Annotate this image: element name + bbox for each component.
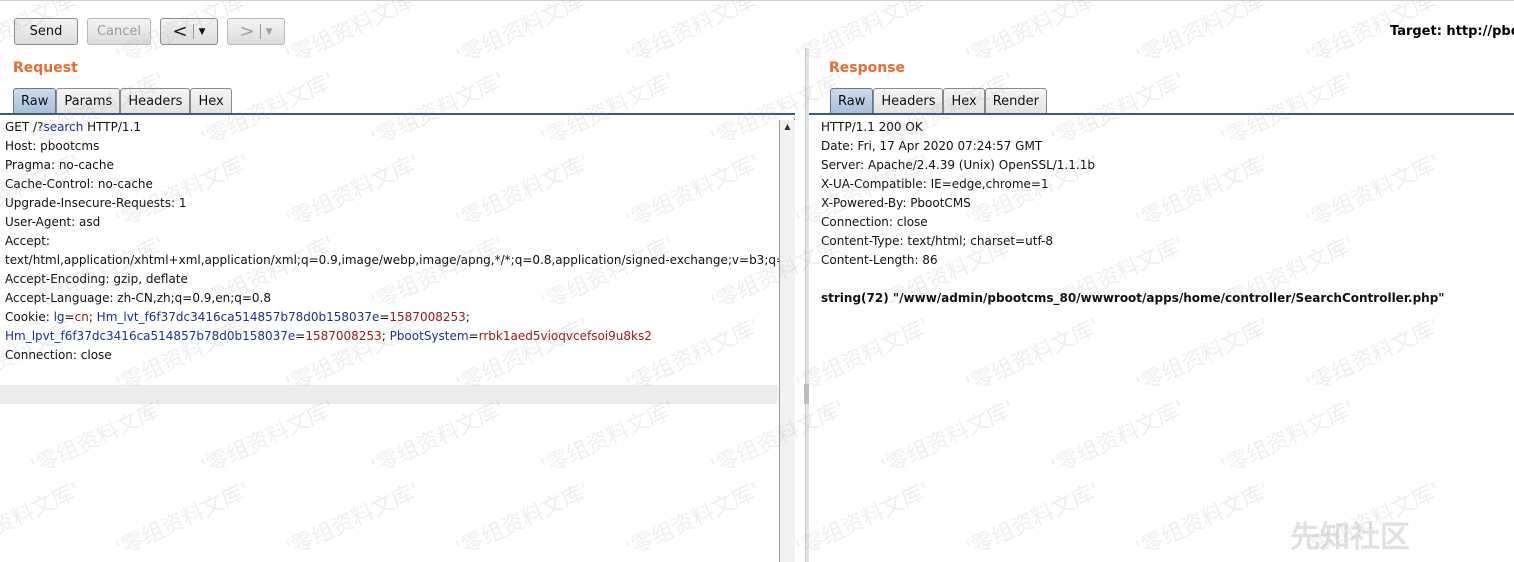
request-text-token: = xyxy=(64,310,75,324)
scroll-up-arrow-icon[interactable]: ▲ xyxy=(780,120,795,134)
request-tabs: Raw Params Headers Hex xyxy=(13,88,232,114)
request-text-token: HTTP/1.1 xyxy=(83,120,141,134)
param-value: rrbk1aed5vioqvcefsoi9u8ks2 xyxy=(478,329,652,343)
request-text-token: ; xyxy=(465,310,470,324)
request-scrollbar[interactable]: ▲ xyxy=(779,120,795,562)
param-name: Hm_lpvt_f6f37dc3416ca514857b78d0b158037e xyxy=(5,329,296,343)
param-name: lg xyxy=(53,310,65,324)
request-line[interactable]: Hm_lpvt_f6f37dc3416ca514857b78d0b158037e… xyxy=(0,327,794,346)
request-tab-raw[interactable]: Raw xyxy=(13,88,57,114)
request-tab-headers[interactable]: Headers xyxy=(120,88,191,114)
request-text-token: = xyxy=(468,329,479,343)
back-button[interactable]: < ▼ xyxy=(160,18,218,45)
request-text-token: ; xyxy=(88,310,97,324)
request-text-token: = xyxy=(295,329,306,343)
request-text-token: Upgrade-Insecure-Requests: 1 xyxy=(5,196,187,210)
request-text-token: ; xyxy=(381,329,390,343)
chevron-right-icon: > xyxy=(239,20,255,42)
request-tab-hex[interactable]: Hex xyxy=(190,88,232,114)
response-text[interactable]: HTTP/1.1 200 OK Date: Fri, 17 Apr 2020 07… xyxy=(809,118,1514,308)
request-text-token: GET /? xyxy=(5,120,44,134)
burp-repeater-window: Send Cancel < ▼ > ▼ Target: http://pboot… xyxy=(0,0,1514,562)
request-title: Request xyxy=(13,60,78,76)
response-tab-render[interactable]: Render xyxy=(984,88,1047,114)
response-header-line[interactable]: X-UA-Compatible: IE=edge,chrome=1 xyxy=(809,175,1514,194)
param-value: 1587008253 xyxy=(389,310,466,324)
response-tabs: Raw Headers Hex Render xyxy=(830,88,1047,114)
request-line[interactable]: Pragma: no-cache xyxy=(0,156,794,175)
response-header-line[interactable]: Date: Fri, 17 Apr 2020 07:24:57 GMT xyxy=(809,137,1514,156)
corner-logo: 先知社区 xyxy=(1290,520,1410,555)
request-text-token: Accept: xyxy=(5,234,50,248)
repeater-toolbar: Send Cancel < ▼ > ▼ Target: http://pboot xyxy=(0,0,1514,48)
param-name: search xyxy=(43,120,84,134)
request-line[interactable]: Host: pbootcms xyxy=(0,137,794,156)
send-button[interactable]: Send xyxy=(14,18,78,45)
forward-button[interactable]: > ▼ xyxy=(227,18,285,45)
chevron-left-icon: < xyxy=(172,20,188,42)
chevron-down-icon[interactable]: ▼ xyxy=(199,27,206,37)
response-header-line[interactable]: Content-Type: text/html; charset=utf-8 xyxy=(809,232,1514,251)
cancel-button[interactable]: Cancel xyxy=(87,18,151,45)
chevron-down-icon[interactable]: ▼ xyxy=(266,27,273,37)
request-line[interactable]: Upgrade-Insecure-Requests: 1 xyxy=(0,194,794,213)
request-editor[interactable]: GET /?search HTTP/1.1 Host: pbootcms Pragm… xyxy=(0,118,795,562)
response-tab-hex[interactable]: Hex xyxy=(943,88,985,114)
request-line[interactable]: User-Agent: asd xyxy=(0,213,794,232)
response-header-line[interactable]: HTTP/1.1 200 OK xyxy=(809,118,1514,137)
request-text-token: Cache-Control: no-cache xyxy=(5,177,153,191)
response-header-line[interactable]: Connection: close xyxy=(809,213,1514,232)
tab-underline xyxy=(809,113,1514,115)
button-separator xyxy=(259,24,261,39)
request-line[interactable]: GET /?search HTTP/1.1 xyxy=(0,118,794,137)
response-tab-headers[interactable]: Headers xyxy=(873,88,944,114)
request-line[interactable]: Connection: close xyxy=(0,346,794,365)
request-line[interactable]: Cache-Control: no-cache xyxy=(0,175,794,194)
request-text-token: = xyxy=(379,310,390,324)
response-tab-raw[interactable]: Raw xyxy=(830,88,874,114)
request-text-token: Cookie: xyxy=(5,310,54,324)
request-line[interactable]: Accept-Encoding: gzip, deflate xyxy=(0,270,794,289)
response-header-line[interactable]: X-Powered-By: PbootCMS xyxy=(809,194,1514,213)
param-name: PbootSystem xyxy=(389,329,469,343)
param-name: Hm_lvt_f6f37dc3416ca514857b78d0b158037e xyxy=(96,310,380,324)
response-title: Response xyxy=(829,60,906,76)
param-value: cn xyxy=(74,310,89,324)
request-tab-params[interactable]: Params xyxy=(56,88,121,114)
request-text-token: text/html,application/xhtml+xml,applicat… xyxy=(5,253,795,267)
param-value: 1587008253 xyxy=(305,329,382,343)
request-line[interactable]: Cookie: lg=cn; Hm_lvt_f6f37dc3416ca51485… xyxy=(0,308,794,327)
current-line-highlight xyxy=(0,385,778,404)
response-header-line[interactable]: Server: Apache/2.4.39 (Unix) OpenSSL/1.1… xyxy=(809,156,1514,175)
request-text-token: Connection: close xyxy=(5,348,112,362)
request-text[interactable]: GET /?search HTTP/1.1 Host: pbootcms Pragm… xyxy=(0,118,794,365)
request-pane: Request Raw Params Headers Hex GET /?sea… xyxy=(0,48,795,562)
request-text-token: Host: pbootcms xyxy=(5,139,100,153)
response-body-line[interactable]: string(72) "/www/admin/pbootcms_80/wwwro… xyxy=(809,289,1514,308)
request-text-token: Pragma: no-cache xyxy=(5,158,114,172)
response-editor[interactable]: HTTP/1.1 200 OK Date: Fri, 17 Apr 2020 07… xyxy=(809,118,1514,562)
response-header-line[interactable]: Content-Length: 86 xyxy=(809,251,1514,270)
request-text-token: User-Agent: asd xyxy=(5,215,101,229)
request-line[interactable]: Accept: xyxy=(0,232,794,251)
tab-underline xyxy=(0,113,795,115)
target-label[interactable]: Target: http://pboot xyxy=(1390,24,1514,39)
request-text-token: Accept-Encoding: gzip, deflate xyxy=(5,272,188,286)
request-line[interactable]: text/html,application/xhtml+xml,applicat… xyxy=(0,251,794,270)
button-separator xyxy=(192,24,194,39)
request-text-token: Accept-Language: zh-CN,zh;q=0.9,en;q=0.8 xyxy=(5,291,272,305)
response-pane: Response Raw Headers Hex Render HTTP/1.1… xyxy=(809,48,1514,562)
request-line[interactable]: Accept-Language: zh-CN,zh;q=0.9,en;q=0.8 xyxy=(0,289,794,308)
